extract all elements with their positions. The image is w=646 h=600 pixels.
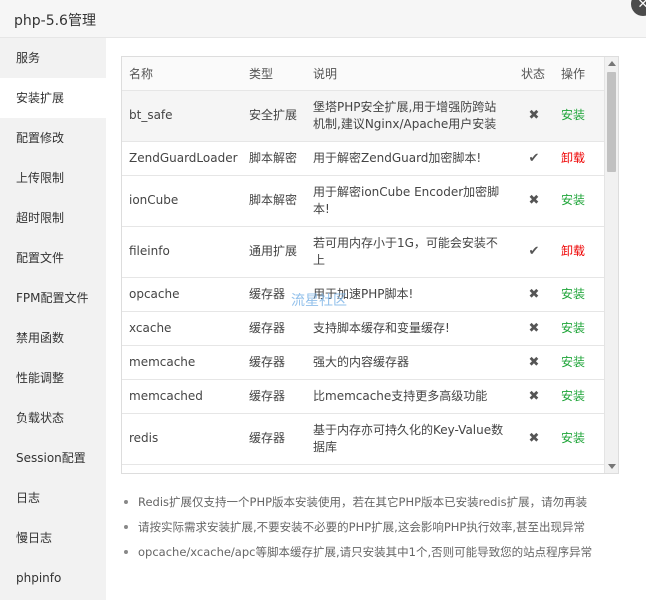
scroll-down-arrow-icon[interactable]: [608, 464, 616, 469]
table-header-row: 名称 类型 说明 状态 操作: [122, 57, 606, 91]
sidebar-item-session[interactable]: Session配置: [0, 438, 106, 478]
note-item: Redis扩展仅支持一个PHP版本安装使用，若在其它PHP版本已安装redis扩…: [121, 490, 641, 515]
install-button[interactable]: 安装: [561, 321, 585, 335]
install-button[interactable]: 安装: [561, 193, 585, 207]
bullet-icon: [124, 524, 128, 529]
scroll-thumb[interactable]: [607, 72, 616, 172]
main-panel: 名称 类型 说明 状态 操作 bt_safe 安全扩展 堡塔PHP安全扩展,用于…: [106, 38, 646, 600]
column-header-name: 名称: [122, 57, 242, 91]
ext-name: redis: [122, 413, 242, 465]
table-row: memcached 缓存器 比memcache支持更多高级功能 ✖ 安装: [122, 379, 606, 414]
status-installed-icon: ✔: [514, 226, 554, 278]
note-text: Redis扩展仅支持一个PHP版本安装使用，若在其它PHP版本已安装redis扩…: [138, 495, 588, 509]
ext-desc: 用于解密ionCube Encoder加密脚本!: [306, 175, 514, 227]
note-text: opcache/xcache/apc等脚本缓存扩展,请只安装其中1个,否则可能导…: [138, 545, 593, 559]
sidebar-item-timeout-limit[interactable]: 超时限制: [0, 198, 106, 238]
table-scrollbar[interactable]: [604, 57, 618, 473]
bullet-icon: [124, 499, 128, 504]
uninstall-button[interactable]: 卸载: [561, 244, 585, 258]
table-row: xcache 缓存器 支持脚本缓存和变量缓存! ✖ 安装: [122, 311, 606, 346]
sidebar: 服务 安装扩展 配置修改 上传限制 超时限制 配置文件 FPM配置文件 禁用函数…: [0, 38, 106, 600]
ext-name: bt_safe: [122, 90, 242, 142]
title-bar: php-5.6管理: [0, 0, 646, 38]
sidebar-item-config-edit[interactable]: 配置修改: [0, 118, 106, 158]
sidebar-item-load-status[interactable]: 负载状态: [0, 398, 106, 438]
status-not-installed-icon: ✖: [514, 345, 554, 380]
sidebar-item-config-file[interactable]: 配置文件: [0, 238, 106, 278]
column-header-status: 状态: [514, 57, 554, 91]
ext-type: 通用扩展: [242, 226, 306, 278]
sidebar-item-install-extension[interactable]: 安装扩展: [0, 78, 106, 118]
table-row: opcache 缓存器 用于加速PHP脚本! ✖ 安装: [122, 277, 606, 312]
sidebar-item-performance[interactable]: 性能调整: [0, 358, 106, 398]
ext-type: 安全扩展: [242, 90, 306, 142]
status-not-installed-icon: ✖: [514, 90, 554, 142]
status-not-installed-icon: ✖: [514, 175, 554, 227]
table-row: fileinfo 通用扩展 若可用内存小于1G，可能会安装不上 ✔ 卸载: [122, 226, 606, 278]
table-row: memcache 缓存器 强大的内容缓存器 ✖ 安装: [122, 345, 606, 380]
sidebar-item-fpm-config[interactable]: FPM配置文件: [0, 278, 106, 318]
ext-type: 脚本解密: [242, 175, 306, 227]
ext-name: fileinfo: [122, 226, 242, 278]
extension-table: 名称 类型 说明 状态 操作 bt_safe 安全扩展 堡塔PHP安全扩展,用于…: [122, 57, 606, 465]
install-button[interactable]: 安装: [561, 108, 585, 122]
ext-desc: 若可用内存小于1G，可能会安装不上: [306, 226, 514, 278]
ext-name: xcache: [122, 311, 242, 346]
column-header-op: 操作: [554, 57, 606, 91]
sidebar-item-phpinfo[interactable]: phpinfo: [0, 558, 106, 598]
table-row: ionCube 脚本解密 用于解密ionCube Encoder加密脚本! ✖ …: [122, 175, 606, 227]
install-button[interactable]: 安装: [561, 287, 585, 301]
install-button[interactable]: 安装: [561, 389, 585, 403]
table-row: redis 缓存器 基于内存亦可持久化的Key-Value数据库 ✖ 安装: [122, 413, 606, 465]
ext-desc: 比memcache支持更多高级功能: [306, 379, 514, 414]
bullet-icon: [124, 549, 128, 554]
column-header-type: 类型: [242, 57, 306, 91]
sidebar-item-log[interactable]: 日志: [0, 478, 106, 518]
uninstall-button[interactable]: 卸载: [561, 151, 585, 165]
status-installed-icon: ✔: [514, 141, 554, 176]
status-not-installed-icon: ✖: [514, 413, 554, 465]
ext-desc: 强大的内容缓存器: [306, 345, 514, 380]
ext-desc: 堡塔PHP安全扩展,用于增强防跨站机制,建议Nginx/Apache用户安装: [306, 90, 514, 142]
install-button[interactable]: 安装: [561, 355, 585, 369]
ext-name: opcache: [122, 277, 242, 312]
sidebar-item-service[interactable]: 服务: [0, 38, 106, 78]
watermark: 流星社区: [291, 293, 347, 309]
ext-type: 缓存器: [242, 345, 306, 380]
note-item: opcache/xcache/apc等脚本缓存扩展,请只安装其中1个,否则可能导…: [121, 540, 641, 565]
ext-type: 缓存器: [242, 379, 306, 414]
window-title: php-5.6管理: [14, 13, 96, 29]
table-row: bt_safe 安全扩展 堡塔PHP安全扩展,用于增强防跨站机制,建议Nginx…: [122, 90, 606, 142]
ext-desc: 基于内存亦可持久化的Key-Value数据库: [306, 413, 514, 465]
sidebar-item-disabled-functions[interactable]: 禁用函数: [0, 318, 106, 358]
ext-type: 缓存器: [242, 311, 306, 346]
scroll-up-arrow-icon[interactable]: [608, 61, 616, 66]
ext-type: 脚本解密: [242, 141, 306, 176]
notes-list: Redis扩展仅支持一个PHP版本安装使用，若在其它PHP版本已安装redis扩…: [121, 490, 641, 565]
install-button[interactable]: 安装: [561, 431, 585, 445]
note-item: 请按实际需求安装扩展,不要安装不必要的PHP扩展,这会影响PHP执行效率,甚至出…: [121, 515, 641, 540]
note-text: 请按实际需求安装扩展,不要安装不必要的PHP扩展,这会影响PHP执行效率,甚至出…: [138, 520, 585, 534]
sidebar-item-slow-log[interactable]: 慢日志: [0, 518, 106, 558]
sidebar-item-upload-limit[interactable]: 上传限制: [0, 158, 106, 198]
status-not-installed-icon: ✖: [514, 311, 554, 346]
ext-name: memcached: [122, 379, 242, 414]
ext-name: ZendGuardLoader: [122, 141, 242, 176]
status-not-installed-icon: ✖: [514, 379, 554, 414]
column-header-desc: 说明: [306, 57, 514, 91]
ext-name: ionCube: [122, 175, 242, 227]
status-not-installed-icon: ✖: [514, 277, 554, 312]
table-row: ZendGuardLoader 脚本解密 用于解密ZendGuard加密脚本! …: [122, 141, 606, 176]
ext-desc: 用于解密ZendGuard加密脚本!: [306, 141, 514, 176]
ext-desc: 支持脚本缓存和变量缓存!: [306, 311, 514, 346]
ext-name: memcache: [122, 345, 242, 380]
ext-type: 缓存器: [242, 413, 306, 465]
extension-table-container: 名称 类型 说明 状态 操作 bt_safe 安全扩展 堡塔PHP安全扩展,用于…: [121, 56, 619, 474]
